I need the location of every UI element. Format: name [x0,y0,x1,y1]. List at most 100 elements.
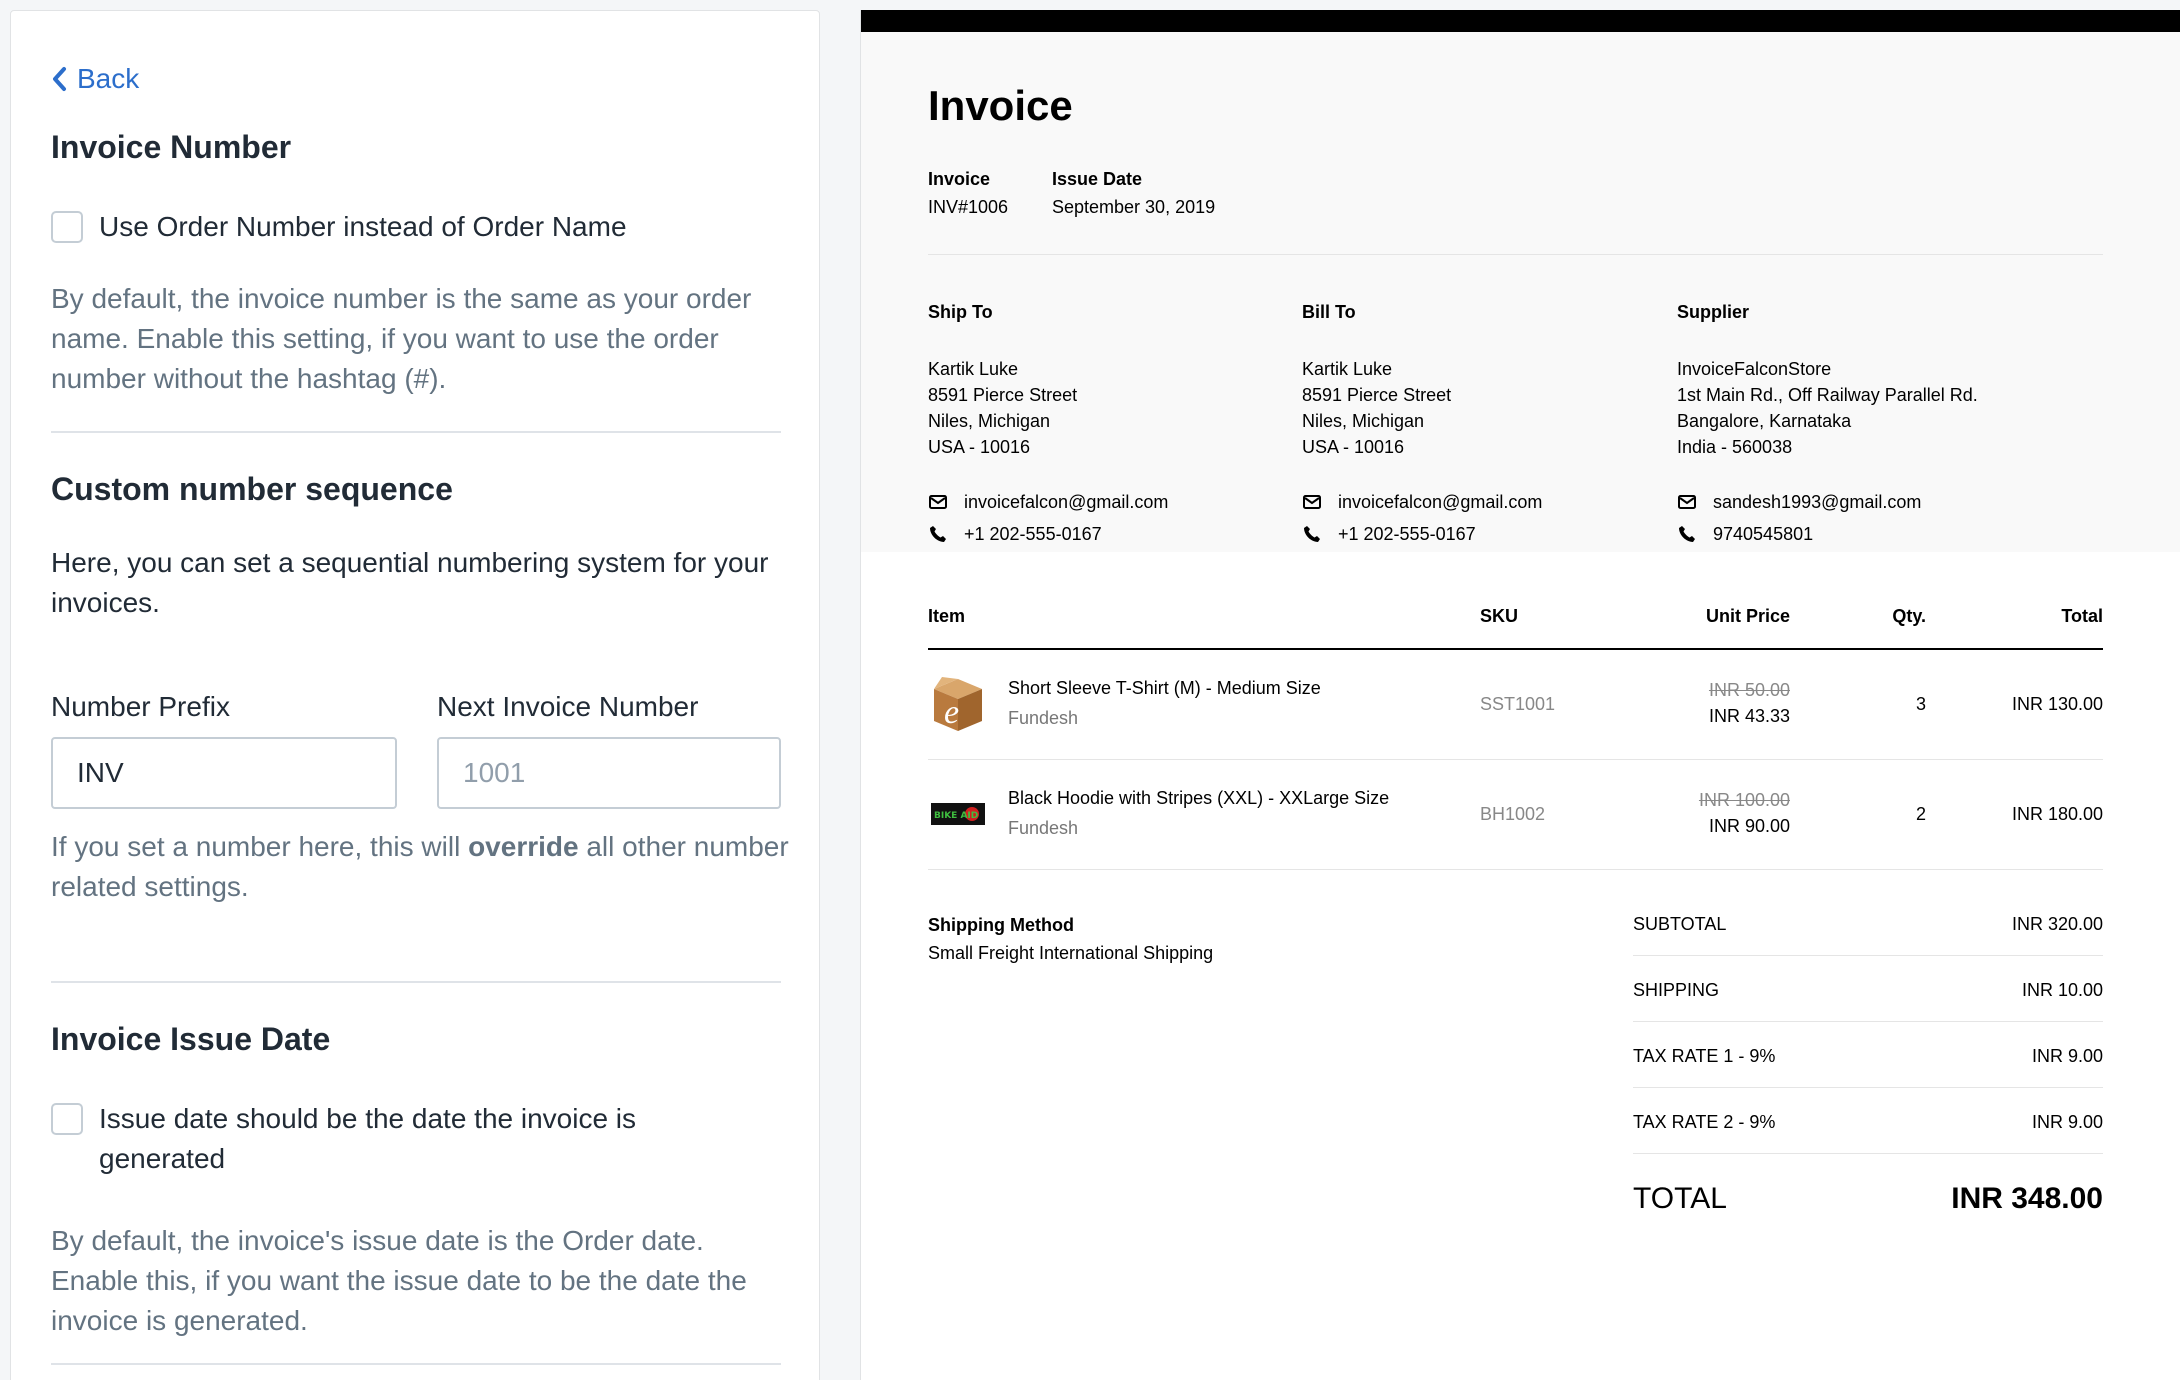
svg-text:e: e [944,694,959,731]
help-prefix-text: If you set a number here, this will [51,831,469,862]
ship-to-phone: +1 202-555-0167 [964,524,1102,544]
col-total: Total [2061,606,2103,626]
table-row: e Short Sleeve T-Shirt (M) - Medium Size… [928,650,2103,760]
ship-to-email-row: invoicefalcon@gmail.com [928,486,1288,518]
grand-total-value: INR 348.00 [1951,1182,2103,1215]
subtotal-value: INR 320.00 [2011,914,2103,934]
phone-icon [928,524,948,544]
next-invoice-number-label: Next Invoice Number [437,691,699,722]
supplier-country: India - 560038 [1677,437,1793,457]
custom-sequence-help: If you set a number here, this will over… [51,827,791,907]
supplier-block: Supplier InvoiceFalconStore 1st Main Rd.… [1677,302,2097,550]
col-item: Item [928,606,966,626]
bill-to-phone: +1 202-555-0167 [1338,524,1476,544]
issue-date-help: By default, the invoice's issue date is … [51,1225,747,1336]
supplier-name: InvoiceFalconStore [1677,359,1832,379]
item-unit-price: INR 90.00 [1708,816,1790,836]
tax2-value: INR 9.00 [2031,1112,2103,1132]
bikeaid-logo-icon: BIKE AID [928,784,988,844]
shipping-label: SHIPPING [1633,980,1720,1000]
item-name: Short Sleeve T-Shirt (M) - Medium Size [1008,678,1321,698]
item-qty: 3 [1915,694,1926,714]
shipping-row: SHIPPING INR 10.00 [1633,956,2103,1022]
issue-date-heading: Issue Date [1052,169,1143,189]
invoice-header: Invoice Invoice INV#1006 Issue Date Sept… [861,32,2180,552]
bikeaid-logo-text: BIKE AID [934,811,978,821]
grand-total-row: TOTAL INR 348.00 [1633,1154,2103,1234]
tax2-row: TAX RATE 2 - 9% INR 9.00 [1633,1088,2103,1154]
issue-date-option[interactable]: Issue date should be the date the invoic… [51,1103,691,1179]
item-qty: 2 [1915,804,1926,824]
supplier-phone: 9740545801 [1713,524,1814,544]
bill-to-country: USA - 10016 [1302,437,1405,457]
issue-date-value: September 30, 2019 [1052,197,1216,217]
item-total: INR 180.00 [2011,804,2103,824]
header-divider [928,254,2103,255]
divider [51,431,781,433]
divider [51,1363,781,1365]
supplier-city: Bangalore, Karnataka [1677,411,1852,431]
box-logo-icon: e [928,674,988,734]
tax2-label: TAX RATE 2 - 9% [1633,1112,1776,1132]
tax1-label: TAX RATE 1 - 9% [1633,1046,1776,1066]
ship-to-country: USA - 10016 [928,437,1031,457]
envelope-icon [928,492,948,512]
shipping-value: INR 10.00 [2021,980,2103,1000]
issue-date-title: Invoice Issue Date [51,1021,331,1057]
envelope-icon [1677,492,1697,512]
item-vendor: Fundesh [1008,818,1079,838]
subtotal-row: SUBTOTAL INR 320.00 [1633,890,2103,956]
col-unit-price: Unit Price [1705,606,1790,626]
item-name: Black Hoodie with Stripes (XXL) - XXLarg… [1008,788,1390,808]
ship-to-title: Ship To [928,302,993,322]
bill-to-street: 8591 Pierce Street [1302,385,1452,405]
item-sku: BH1002 [1480,804,1546,824]
supplier-phone-row: 9740545801 [1677,518,2097,550]
supplier-title: Supplier [1677,302,1750,322]
phone-icon [1677,524,1697,544]
table-row: BIKE AID Black Hoodie with Stripes (XXL)… [928,760,2103,870]
ship-to-street: 8591 Pierce Street [928,385,1078,405]
bill-to-email-row: invoicefalcon@gmail.com [1302,486,1662,518]
supplier-street: 1st Main Rd., Off Railway Parallel Rd. [1677,385,1978,405]
item-vendor: Fundesh [1008,708,1079,728]
back-label: Back [77,63,140,94]
next-invoice-number-input[interactable] [437,737,781,809]
supplier-email: sandesh1993@gmail.com [1713,492,1922,512]
override-emphasis: override [468,831,579,862]
shipping-method-label: Shipping Method [928,915,1074,935]
subtotal-label: SUBTOTAL [1633,914,1727,934]
settings-panel: Back Invoice Number Use Order Number ins… [10,10,820,1380]
ship-to-email: invoicefalcon@gmail.com [964,492,1169,512]
invoice-number-help: By default, the invoice number is the sa… [51,283,752,394]
totals-block: SUBTOTAL INR 320.00 SHIPPING INR 10.00 T… [1633,890,2103,1234]
invoice-preview: Invoice Invoice INV#1006 Issue Date Sept… [860,10,2180,1380]
item-original-price: INR 100.00 [1698,790,1790,810]
tax1-value: INR 9.00 [2031,1046,2103,1066]
bill-to-title: Bill To [1302,302,1356,322]
use-order-number-checkbox[interactable] [51,211,83,243]
shipping-method-value: Small Freight International Shipping [928,943,1214,963]
envelope-icon [1302,492,1322,512]
bill-to-email: invoicefalcon@gmail.com [1338,492,1543,512]
invoice-label: Invoice [928,169,991,189]
col-sku: SKU [1480,606,1519,626]
issue-date-label: Issue date should be the date the invoic… [99,1103,637,1174]
item-original-price: INR 50.00 [1708,680,1790,700]
supplier-email-row: sandesh1993@gmail.com [1677,486,2097,518]
issue-date-checkbox[interactable] [51,1103,83,1135]
number-prefix-label: Number Prefix [51,691,230,722]
ship-to-name: Kartik Luke [928,359,1019,379]
item-sku: SST1001 [1480,694,1556,714]
bill-to-block: Bill To Kartik Luke 8591 Pierce Street N… [1302,302,1662,550]
custom-sequence-description: Here, you can set a sequential numbering… [51,547,769,618]
phone-icon [1302,524,1322,544]
custom-sequence-title: Custom number sequence [51,471,453,507]
invoice-title: Invoice [928,82,1073,129]
bill-to-city: Niles, Michigan [1302,411,1425,431]
tax1-row: TAX RATE 1 - 9% INR 9.00 [1633,1022,2103,1088]
use-order-number-option[interactable]: Use Order Number instead of Order Name [51,211,627,247]
number-prefix-input[interactable] [51,737,397,809]
invoice-number-value: INV#1006 [928,197,1009,217]
back-link[interactable]: Back [51,63,139,95]
